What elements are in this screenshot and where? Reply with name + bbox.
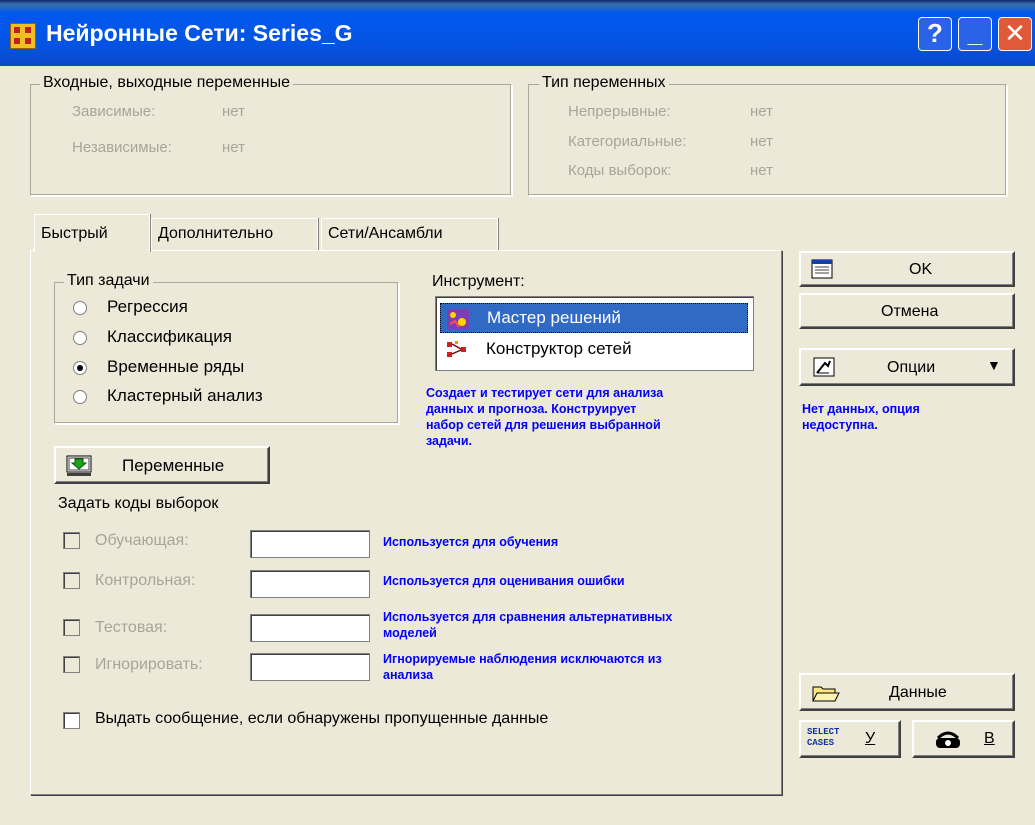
validation-code-input[interactable] bbox=[250, 570, 370, 598]
variables-icon bbox=[66, 455, 92, 476]
minimize-button[interactable]: _ bbox=[958, 17, 992, 51]
tool-listbox[interactable]: Мастер решений Конструктор сетей bbox=[435, 296, 754, 371]
continuous-label: Непрерывные: bbox=[568, 103, 671, 120]
select-cases-button[interactable]: SELECT CASES У bbox=[799, 720, 901, 758]
missing-data-label: Выдать сообщение, если обнаружены пропущ… bbox=[95, 710, 549, 727]
tool-description-line-2: данных и прогноза. Конструирует bbox=[426, 402, 637, 416]
variables-button-label: Переменные bbox=[122, 456, 225, 475]
ignore-hint-line-1: Игнорируемые наблюдения исключаются из bbox=[383, 652, 662, 666]
select-cases-icon-line-2: CASES bbox=[807, 738, 835, 748]
radio-regression[interactable] bbox=[73, 301, 87, 315]
chevron-down-icon: ▼ bbox=[987, 357, 1001, 373]
sample-codes-heading: Задать коды выборок bbox=[58, 495, 219, 512]
radio-time-series[interactable] bbox=[73, 361, 87, 375]
tool-item-wizard[interactable]: Мастер решений bbox=[440, 303, 748, 333]
validation-hint: Используется для оценивания ошибки bbox=[383, 574, 625, 588]
tool-item-wizard-label: Мастер решений bbox=[487, 308, 621, 327]
help-button[interactable]: ? bbox=[918, 17, 952, 51]
ok-icon bbox=[811, 259, 833, 279]
folder-open-icon bbox=[812, 686, 840, 702]
close-button[interactable]: ✕ bbox=[998, 17, 1032, 51]
train-code-input[interactable] bbox=[250, 530, 370, 558]
categorical-label: Категориальные: bbox=[568, 133, 687, 150]
ignore-checkbox[interactable] bbox=[63, 656, 80, 673]
window-title: Нейронные Сети: Series_G bbox=[46, 20, 353, 46]
test-code-input[interactable] bbox=[250, 614, 370, 642]
validation-label: Контрольная: bbox=[95, 572, 196, 589]
network-builder-icon bbox=[447, 341, 466, 357]
options-note-line-1: Нет данных, опция bbox=[802, 402, 920, 416]
train-hint: Используется для обучения bbox=[383, 535, 559, 549]
tool-item-network-builder-label: Конструктор сетей bbox=[486, 339, 632, 358]
test-checkbox[interactable] bbox=[63, 619, 80, 636]
io-variables-label: Входные, выходные переменные bbox=[40, 74, 294, 92]
cluster-analysis-label: Кластерный анализ bbox=[107, 386, 263, 405]
test-label: Тестовая: bbox=[95, 619, 168, 636]
validation-checkbox[interactable] bbox=[63, 572, 80, 589]
tool-label: Инструмент: bbox=[432, 273, 525, 290]
radio-classification[interactable] bbox=[73, 331, 87, 345]
test-hint-line-1: Используется для сравнения альтернативны… bbox=[383, 610, 673, 624]
continuous-value: нет bbox=[750, 103, 773, 120]
title-bar[interactable]: Нейронные Сети: Series_G ? _ ✕ bbox=[0, 0, 1035, 66]
ignore-hint-line-2: анализа bbox=[383, 668, 434, 682]
independent-value: нет bbox=[222, 139, 245, 156]
weight-button[interactable]: В bbox=[912, 720, 1015, 758]
select-cases-icon: SELECT CASES bbox=[807, 727, 843, 751]
options-note-line-2: недоступна. bbox=[802, 418, 878, 432]
weight-letter: В bbox=[984, 730, 995, 747]
dialog-window: Нейронные Сети: Series_G ? _ ✕ Входные, … bbox=[0, 0, 1035, 825]
ignore-code-input[interactable] bbox=[250, 653, 370, 681]
select-cases-letter: У bbox=[865, 730, 876, 747]
independent-label: Независимые: bbox=[72, 139, 172, 156]
options-icon bbox=[813, 357, 835, 377]
tab-advanced[interactable]: Дополнительно bbox=[151, 218, 318, 250]
options-button[interactable]: Опции ▼ bbox=[799, 348, 1015, 386]
wizard-icon bbox=[447, 309, 469, 329]
data-button-label: Данные bbox=[889, 684, 947, 701]
dependent-value: нет bbox=[222, 103, 245, 120]
codes-value: нет bbox=[750, 162, 773, 179]
ignore-label: Игнорировать: bbox=[95, 656, 203, 673]
time-series-label: Временные ряды bbox=[107, 357, 245, 376]
classification-label: Классификация bbox=[107, 327, 232, 346]
radio-cluster-analysis[interactable] bbox=[73, 390, 87, 404]
regression-label: Регрессия bbox=[107, 297, 188, 316]
tool-description-line-1: Создает и тестирует сети для анализа bbox=[426, 386, 664, 400]
tool-item-network-builder[interactable]: Конструктор сетей bbox=[440, 335, 748, 365]
variables-button[interactable]: Переменные bbox=[54, 446, 270, 484]
train-label: Обучающая: bbox=[95, 532, 189, 549]
weight-icon bbox=[936, 731, 960, 748]
train-checkbox[interactable] bbox=[63, 532, 80, 549]
cancel-button[interactable]: Отмена bbox=[799, 293, 1015, 329]
select-cases-icon-line-1: SELECT bbox=[807, 727, 840, 737]
cancel-button-label: Отмена bbox=[881, 303, 939, 320]
ok-button[interactable]: OK bbox=[799, 251, 1015, 287]
test-hint-line-2: моделей bbox=[383, 626, 437, 640]
options-button-label: Опции bbox=[887, 359, 936, 376]
tool-description-line-4: задачи. bbox=[426, 434, 472, 448]
codes-label: Коды выборок: bbox=[568, 162, 672, 179]
tab-networks-ensembles[interactable]: Сети/Ансамбли bbox=[321, 218, 498, 250]
task-type-label: Тип задачи bbox=[64, 272, 153, 290]
tool-description-line-3: набор сетей для решения выбранной bbox=[426, 418, 661, 432]
tab-quick[interactable]: Быстрый bbox=[34, 214, 150, 252]
dependent-label: Зависимые: bbox=[72, 103, 156, 120]
missing-data-checkbox[interactable] bbox=[63, 712, 80, 729]
ok-button-label: OK bbox=[909, 261, 933, 278]
data-button[interactable]: Данные bbox=[799, 673, 1015, 711]
variable-type-label: Тип переменных bbox=[539, 74, 669, 92]
app-icon bbox=[10, 23, 36, 49]
categorical-value: нет bbox=[750, 133, 773, 150]
